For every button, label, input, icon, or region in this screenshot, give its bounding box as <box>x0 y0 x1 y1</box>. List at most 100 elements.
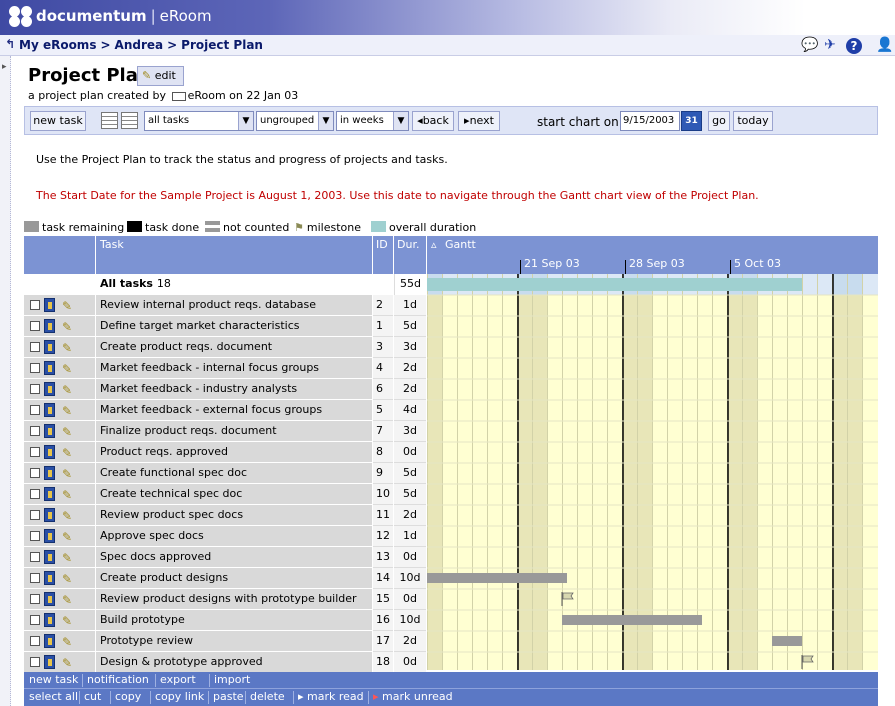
up-arrow-icon[interactable]: ↰ <box>5 37 15 51</box>
grouping-select[interactable]: ungrouped ▼ <box>256 111 334 131</box>
table-row[interactable]: ✎ Review product spec docs 11 2d <box>24 505 426 526</box>
task-page-icon[interactable] <box>44 592 55 606</box>
task-name-cell[interactable]: Review product designs with prototype bu… <box>96 589 372 610</box>
row-checkbox[interactable] <box>30 468 40 478</box>
task-page-icon[interactable] <box>44 361 55 375</box>
table-row[interactable]: ✎ Create functional spec doc 9 5d <box>24 463 426 484</box>
pencil-icon[interactable]: ✎ <box>62 590 72 609</box>
pencil-icon[interactable]: ✎ <box>62 317 72 336</box>
task-page-icon[interactable] <box>44 634 55 648</box>
row-checkbox[interactable] <box>30 300 40 310</box>
table-row[interactable]: ✎ Review internal product reqs. database 2… <box>24 295 426 316</box>
edit-button[interactable]: ✎ edit <box>137 66 184 86</box>
task-page-icon[interactable] <box>44 424 55 438</box>
table-row[interactable]: ✎ Spec docs approved 13 0d <box>24 547 426 568</box>
export-link[interactable]: export <box>160 673 196 686</box>
task-name-cell[interactable]: Create product designs <box>96 568 372 589</box>
breadcrumb-andrea[interactable]: Andrea <box>115 38 164 52</box>
table-row[interactable]: ✎ Create technical spec doc 10 5d <box>24 484 426 505</box>
row-checkbox[interactable] <box>30 657 40 667</box>
task-page-icon[interactable] <box>44 529 55 543</box>
table-row[interactable]: ✎ Create product reqs. document 3 3d <box>24 337 426 358</box>
task-name-cell[interactable]: Create technical spec doc <box>96 484 372 505</box>
copy-link-link[interactable]: copy link <box>155 690 204 703</box>
notification-link[interactable]: notification <box>87 673 149 686</box>
row-checkbox[interactable] <box>30 342 40 352</box>
header-id[interactable]: ID <box>373 236 393 274</box>
paper-plane-icon[interactable]: ✈ <box>821 37 839 54</box>
mark-unread-link[interactable]: ▸ mark unread <box>373 690 453 703</box>
table-row[interactable]: ✎ Create product designs 14 10d <box>24 568 426 589</box>
pencil-icon[interactable]: ✎ <box>62 464 72 483</box>
import-link[interactable]: import <box>214 673 250 686</box>
breadcrumb-project-plan[interactable]: Project Plan <box>181 38 263 52</box>
row-checkbox[interactable] <box>30 510 40 520</box>
table-row[interactable]: ✎ Product reqs. approved 8 0d <box>24 442 426 463</box>
pencil-icon[interactable]: ✎ <box>62 401 72 420</box>
sidebar-expand-icon[interactable]: ▸ <box>2 62 7 72</box>
table-row[interactable]: ✎ Build prototype 16 10d <box>24 610 426 631</box>
row-checkbox[interactable] <box>30 363 40 373</box>
task-name-cell[interactable]: Review product spec docs <box>96 505 372 526</box>
pencil-icon[interactable]: ✎ <box>62 632 72 651</box>
next-button[interactable]: ▸next <box>458 111 500 131</box>
task-page-icon[interactable] <box>44 340 55 354</box>
row-checkbox[interactable] <box>30 405 40 415</box>
task-name-cell[interactable]: Define target market characteristics <box>96 316 372 337</box>
scale-select[interactable]: in weeks ▼ <box>336 111 409 131</box>
table-row[interactable]: ✎ Review product designs with prototype b… <box>24 589 426 610</box>
task-page-icon[interactable] <box>44 571 55 585</box>
grid-view-icon[interactable] <box>121 112 138 129</box>
task-name-cell[interactable]: Market feedback - external focus groups <box>96 400 372 421</box>
table-row[interactable]: ✎ Market feedback - external focus groups… <box>24 400 426 421</box>
pencil-icon[interactable]: ✎ <box>62 611 72 630</box>
row-checkbox[interactable] <box>30 426 40 436</box>
task-name-cell[interactable]: Finalize product reqs. document <box>96 421 372 442</box>
row-checkbox[interactable] <box>30 573 40 583</box>
task-name-cell[interactable]: Approve spec docs <box>96 526 372 547</box>
cut-link[interactable]: cut <box>84 690 101 703</box>
select-all-link[interactable]: select all <box>29 690 78 703</box>
sidebar-strip[interactable] <box>0 56 11 706</box>
table-row[interactable]: ✎ Prototype review 17 2d <box>24 631 426 652</box>
mark-read-link[interactable]: ▸ mark read <box>298 690 364 703</box>
task-name-cell[interactable]: Prototype review <box>96 631 372 652</box>
pencil-icon[interactable]: ✎ <box>62 485 72 504</box>
task-page-icon[interactable] <box>44 487 55 501</box>
task-page-icon[interactable] <box>44 298 55 312</box>
user-icon[interactable]: 👤 <box>876 37 894 54</box>
pencil-icon[interactable]: ✎ <box>62 296 72 315</box>
pencil-icon[interactable]: ✎ <box>62 359 72 378</box>
task-name-cell[interactable]: Design & prototype approved <box>96 652 372 673</box>
row-checkbox[interactable] <box>30 489 40 499</box>
back-button[interactable]: ◂back <box>412 111 454 131</box>
pencil-icon[interactable]: ✎ <box>62 422 72 441</box>
task-name-cell[interactable]: Market feedback - internal focus groups <box>96 358 372 379</box>
go-button[interactable]: go <box>708 111 730 131</box>
task-name-cell[interactable]: Spec docs approved <box>96 547 372 568</box>
breadcrumb-my-erooms[interactable]: My eRooms <box>19 38 96 52</box>
paste-link[interactable]: paste <box>213 690 244 703</box>
table-row[interactable]: ✎ Approve spec docs 12 1d <box>24 526 426 547</box>
table-row[interactable]: ✎ Market feedback - industry analysts 6 2d <box>24 379 426 400</box>
pencil-icon[interactable]: ✎ <box>62 569 72 588</box>
row-checkbox[interactable] <box>30 384 40 394</box>
copy-link[interactable]: copy <box>115 690 141 703</box>
new-task-link[interactable]: new task <box>29 673 78 686</box>
help-icon[interactable]: ? <box>846 38 862 54</box>
row-checkbox[interactable] <box>30 636 40 646</box>
chat-bubble-icon[interactable]: 💬 <box>801 37 819 54</box>
task-page-icon[interactable] <box>44 445 55 459</box>
task-name-cell[interactable]: Product reqs. approved <box>96 442 372 463</box>
outline-view-icon[interactable] <box>101 112 118 129</box>
pencil-icon[interactable]: ✎ <box>62 380 72 399</box>
task-filter-select[interactable]: all tasks ▼ <box>144 111 254 131</box>
task-page-icon[interactable] <box>44 508 55 522</box>
table-row[interactable]: ✎ Design & prototype approved 18 0d <box>24 652 426 673</box>
header-duration[interactable]: Dur. <box>394 236 426 274</box>
table-row[interactable]: ✎ Define target market characteristics 1 5d <box>24 316 426 337</box>
row-checkbox[interactable] <box>30 552 40 562</box>
new-task-button[interactable]: new task <box>30 111 86 131</box>
gantt-header-label[interactable]: Gantt <box>445 238 476 251</box>
pencil-icon[interactable]: ✎ <box>62 338 72 357</box>
